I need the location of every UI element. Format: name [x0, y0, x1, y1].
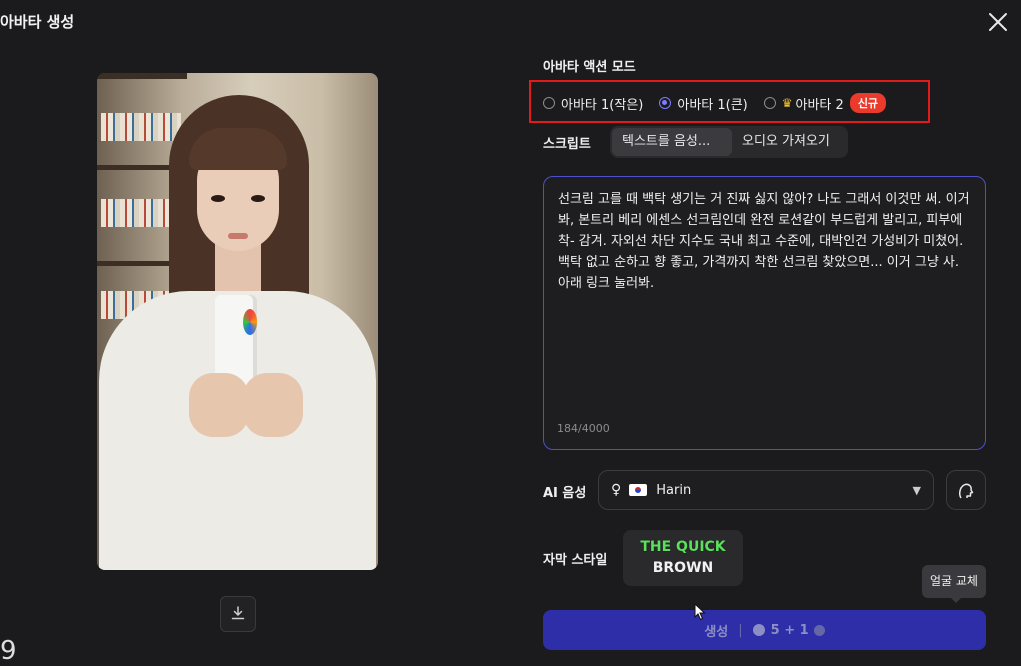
separator: | [738, 622, 743, 638]
info-icon [813, 624, 825, 636]
script-source-tabs: 텍스트를 음성... 오디오 가져오기 [610, 126, 848, 158]
script-textarea[interactable]: 선크림 고를 때 백탁 생기는 거 진짜 싫지 않아? 나도 그래서 이것만 써… [543, 176, 986, 450]
voice-select[interactable]: ♀ Harin ▼ [598, 470, 934, 510]
generate-label: 생성 [704, 624, 729, 640]
script-text: 선크림 고를 때 백탁 생기는 거 진짜 싫지 않아? 나도 그래서 이것만 써… [558, 192, 970, 291]
female-icon: ♀ [611, 482, 622, 498]
char-counter: 184/4000 [557, 422, 610, 435]
subtitle-preview-line1: THE QUICK [640, 539, 726, 555]
coin-icon [752, 624, 765, 636]
radio-label: 아바타 1(작은) [561, 97, 644, 113]
crown-icon: ♛ [781, 96, 793, 110]
voice-selected-name: Harin [656, 482, 692, 498]
ai-voice-label: AI 음성 [543, 486, 587, 501]
korea-flag-icon [629, 484, 648, 496]
action-mode-radio-group: 아바타 1(작은) 아바타 1(큰) ♛ 아바타 2 신규 [543, 93, 902, 113]
radio-avatar1-large[interactable]: 아바타 1(큰) [659, 94, 748, 113]
generate-button[interactable]: 생성 | 5 + 1 [543, 610, 986, 650]
generate-cost: 5 + 1 [770, 622, 809, 638]
close-icon [989, 13, 1007, 31]
subtitle-style-preview[interactable]: THE QUICK BROWN [623, 530, 743, 586]
chevron-down-icon: ▼ [912, 483, 921, 497]
new-badge: 신규 [849, 93, 887, 113]
voice-preview-button[interactable] [946, 470, 986, 510]
tab-import-audio[interactable]: 오디오 가져오기 [732, 128, 840, 156]
download-button[interactable] [220, 596, 256, 632]
radio-circle [543, 97, 555, 109]
radio-label: 아바타 2 [795, 97, 844, 113]
radio-avatar1-small[interactable]: 아바타 1(작은) [543, 94, 643, 113]
corner-text: 9 [0, 636, 17, 666]
face-swap-tooltip: 얼굴 교체 [922, 565, 986, 603]
action-mode-label: 아바타 액션 모드 [543, 60, 636, 75]
page-title: 아바타 생성 [0, 13, 75, 31]
radio-label: 아바타 1(큰) [677, 97, 748, 113]
subtitle-style-label: 자막 스타일 [543, 553, 608, 568]
subtitle-preview-line2: BROWN [652, 560, 714, 576]
radio-avatar2[interactable]: ♛ 아바타 2 신규 [763, 93, 887, 113]
tab-text-to-speech[interactable]: 텍스트를 음성... [612, 128, 732, 156]
close-button[interactable] [986, 10, 1010, 34]
speaking-head-icon [959, 483, 974, 499]
radio-circle [763, 97, 776, 109]
script-label: 스크립트 [543, 137, 591, 152]
radio-circle-selected [659, 97, 672, 109]
avatar-preview-image [97, 73, 378, 570]
mouse-cursor-icon [694, 602, 706, 625]
download-icon [231, 606, 245, 620]
